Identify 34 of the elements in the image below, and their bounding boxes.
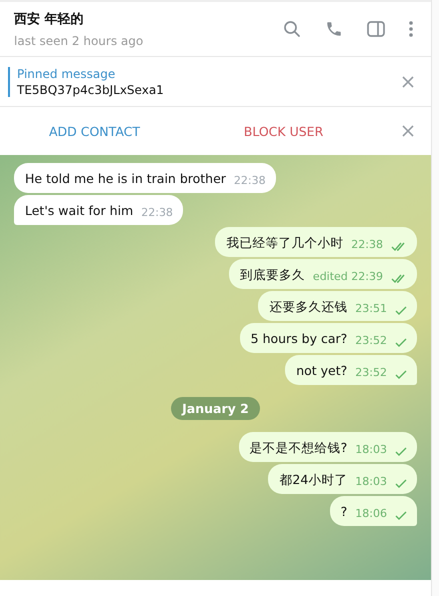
add-contact-button[interactable]: ADD CONTACT xyxy=(0,116,189,146)
search-icon[interactable] xyxy=(283,20,301,38)
message-text: not yet? xyxy=(296,362,348,380)
date-divider: January 2 xyxy=(171,397,260,420)
more-options-icon[interactable] xyxy=(409,21,413,37)
message-time: 22:38 xyxy=(234,174,266,188)
message-time: 18:03 xyxy=(355,475,387,489)
message-text: 都24小时了 xyxy=(279,471,348,489)
message-time: 23:52 xyxy=(355,366,387,380)
message-time: 18:03 xyxy=(355,443,387,457)
message-time: 22:38 xyxy=(351,238,383,252)
message-text: He told me he is in train brother xyxy=(25,170,226,188)
close-icon[interactable] xyxy=(402,125,414,137)
message-text: 是不是不想给钱? xyxy=(250,439,348,457)
message-time: 22:38 xyxy=(141,206,173,220)
sidebar-toggle-icon[interactable] xyxy=(367,21,385,37)
message-text: 我已经等了几个小时 xyxy=(226,234,344,252)
pinned-label: Pinned message xyxy=(17,66,116,80)
close-icon[interactable] xyxy=(402,76,414,88)
message-text: 到底要多久 xyxy=(240,266,305,284)
message-text: 还要多久还钱 xyxy=(269,298,348,316)
message-time: 23:51 xyxy=(355,302,387,316)
phone-icon[interactable] xyxy=(325,20,343,38)
message-time: 23:52 xyxy=(355,334,387,348)
last-seen-status: last seen 2 hours ago xyxy=(14,34,144,48)
message-time: 18:06 xyxy=(355,507,387,521)
chat-title: 西安 年轻的 xyxy=(14,10,85,28)
message-text: Let's wait for him xyxy=(25,202,134,220)
message-text: 5 hours by car? xyxy=(250,330,348,348)
message-time: edited 22:39 xyxy=(312,270,383,284)
block-user-button[interactable]: BLOCK USER xyxy=(189,116,378,146)
pinned-message[interactable]: Pinned message TE5BQ37p4c3bJLxSexa1 xyxy=(8,66,164,96)
message-text: ? xyxy=(340,503,348,521)
pinned-text: TE5BQ37p4c3bJLxSexa1 xyxy=(17,82,164,96)
